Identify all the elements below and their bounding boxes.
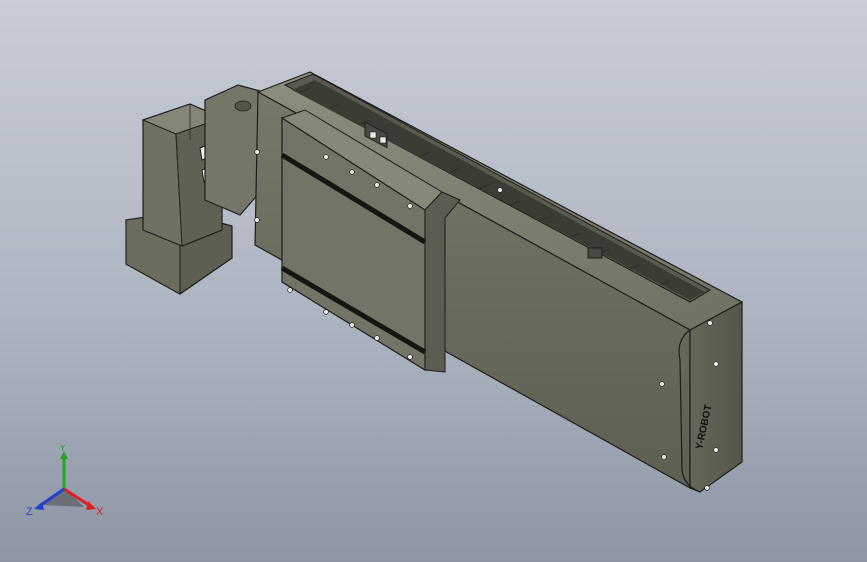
x-axis-label: X — [96, 506, 104, 518]
linear-actuator-model[interactable]: Y-ROBOT — [0, 0, 867, 562]
y-axis-label: Y — [59, 445, 67, 454]
cad-viewport[interactable]: Y-ROBOT Y X Z — [0, 0, 867, 562]
z-axis-label: Z — [26, 506, 33, 518]
sensor-block-right — [587, 247, 603, 259]
coordinate-triad: Y X Z — [26, 445, 104, 518]
